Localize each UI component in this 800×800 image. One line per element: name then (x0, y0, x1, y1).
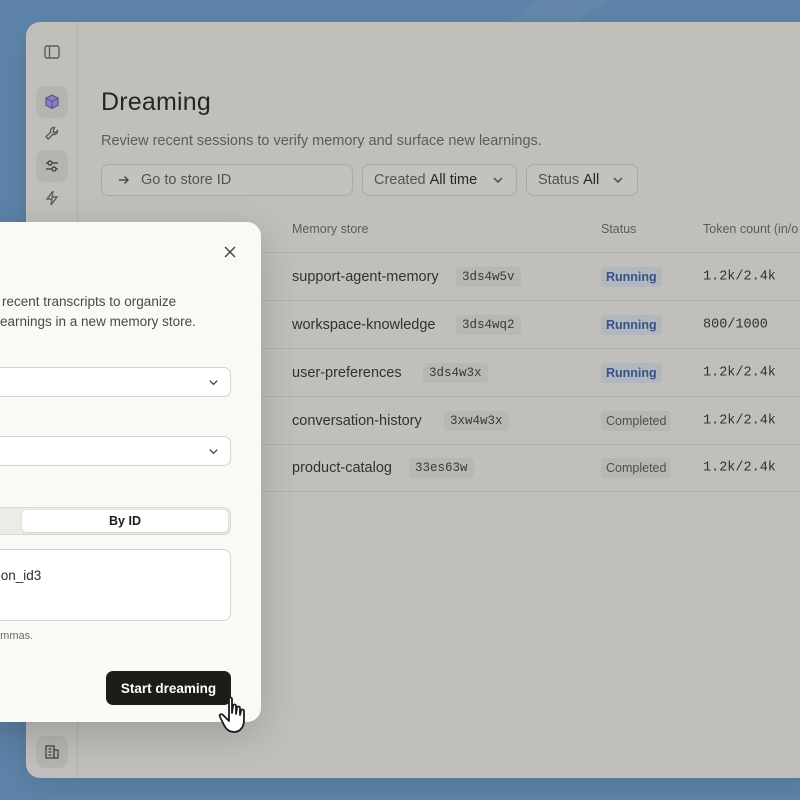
close-icon (224, 246, 236, 258)
session-ids-textarea[interactable]: sion_id3 (0, 549, 231, 621)
close-button[interactable] (220, 242, 240, 262)
start-dreaming-dialog: recent transcripts to organize earnings … (0, 222, 261, 722)
start-dreaming-button[interactable]: Start dreaming (106, 671, 231, 705)
session-selection-toggle: By ID (0, 507, 231, 535)
dialog-description-line: recent transcripts to organize (2, 294, 177, 309)
dialog-description-line: earnings in a new memory store. (0, 314, 196, 329)
session-ids-value: sion_id3 (0, 568, 42, 583)
dialog-description: recent transcripts to organize earnings … (0, 292, 250, 332)
second-select-dropdown[interactable] (0, 436, 231, 466)
first-select-dropdown[interactable] (0, 367, 231, 397)
session-ids-hint: y commas. (0, 630, 34, 642)
chevron-down-icon (209, 449, 218, 455)
hand-pointer-icon (216, 693, 245, 733)
segment-by-id[interactable]: By ID (22, 510, 228, 532)
chevron-down-icon (209, 380, 218, 386)
